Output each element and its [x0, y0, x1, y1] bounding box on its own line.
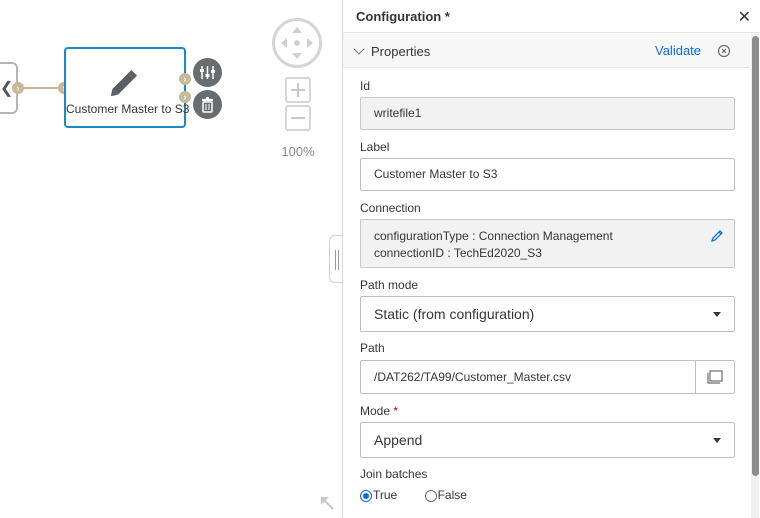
section-title: Properties	[371, 44, 431, 59]
dropdown-caret-icon	[713, 438, 721, 443]
properties-section-header[interactable]: Properties Validate	[343, 34, 750, 68]
collapse-arrow-icon[interactable]	[318, 494, 336, 512]
zoom-in-button[interactable]	[285, 77, 311, 103]
pencil-icon	[110, 69, 138, 97]
validate-link[interactable]: Validate	[655, 43, 701, 58]
validate-clear-icon[interactable]	[717, 44, 731, 58]
panel-title: Configuration *	[356, 9, 450, 24]
radio-unchecked-icon[interactable]	[424, 489, 437, 502]
node-output-port-1[interactable]: ›	[179, 73, 191, 85]
write-file-operator-node[interactable]: Customer Master to S3	[64, 47, 190, 128]
join-batches-radio-group: True False	[360, 488, 491, 502]
close-icon[interactable]: ✕	[738, 7, 751, 27]
connection-id-text: connectionID : TechEd2020_S3	[374, 246, 542, 260]
label-label: Label	[360, 140, 390, 154]
dropdown-caret-icon	[713, 312, 721, 317]
path-input[interactable]: /DAT262/TA99/Customer_Master.csv	[360, 360, 735, 394]
label-input[interactable]: Customer Master to S3	[360, 158, 735, 191]
connection-line	[18, 87, 58, 89]
panel-resize-handle[interactable]	[329, 235, 343, 283]
panel-scrollbar[interactable]	[751, 34, 759, 518]
browse-button[interactable]	[695, 361, 734, 393]
mode-label: Mode *	[360, 404, 398, 418]
path-mode-label: Path mode	[360, 278, 419, 292]
zoom-level-readout: 100%	[281, 144, 315, 159]
path-mode-select[interactable]: Static (from configuration)	[360, 296, 735, 332]
panel-header: Configuration * ✕	[343, 0, 760, 33]
path-mode-value: Static (from configuration)	[374, 306, 535, 322]
join-false-option[interactable]: False	[424, 488, 467, 502]
browse-copy-icon	[707, 370, 723, 384]
open-configuration-button[interactable]	[193, 58, 222, 87]
id-label: Id	[360, 79, 371, 93]
id-field: writefile1	[360, 97, 735, 130]
node-output-port-2[interactable]: ›	[179, 91, 191, 103]
trash-icon	[202, 97, 213, 113]
settings-sliders-icon	[200, 66, 215, 79]
node-label: Customer Master to S3	[66, 102, 190, 116]
output-port[interactable]: ›	[12, 82, 24, 94]
connection-type-text: configurationType : Connection Managemen…	[374, 229, 613, 243]
radio-checked-icon[interactable]	[360, 489, 372, 502]
scrollbar-thumb[interactable]	[752, 36, 759, 476]
minus-icon	[291, 117, 305, 119]
join-true-label: True	[373, 488, 398, 502]
join-true-option[interactable]: True	[360, 488, 397, 502]
pan-navigation-control[interactable]	[272, 18, 322, 68]
path-label: Path	[360, 341, 385, 355]
edit-pencil-icon[interactable]	[710, 229, 724, 243]
connection-field: configurationType : Connection Managemen…	[360, 219, 735, 268]
delete-node-button[interactable]	[193, 90, 222, 119]
path-value: /DAT262/TA99/Customer_Master.csv	[374, 370, 571, 384]
mode-value: Append	[374, 432, 423, 448]
join-false-label: False	[437, 488, 467, 502]
plus-icon	[291, 83, 305, 97]
mode-label-text: Mode	[360, 404, 391, 418]
graph-canvas[interactable]: ❮ › › Customer Master to S3 › ›	[0, 0, 343, 518]
join-batches-label: Join batches	[360, 467, 428, 481]
pan-arrows-icon	[281, 27, 313, 59]
required-marker: *	[393, 404, 399, 418]
mode-select[interactable]: Append	[360, 422, 735, 458]
chevron-down-icon	[353, 43, 365, 55]
zoom-out-button[interactable]	[285, 105, 311, 131]
configuration-panel: Configuration * ✕ Properties Validate Id…	[342, 0, 760, 518]
connection-label: Connection	[360, 201, 421, 215]
